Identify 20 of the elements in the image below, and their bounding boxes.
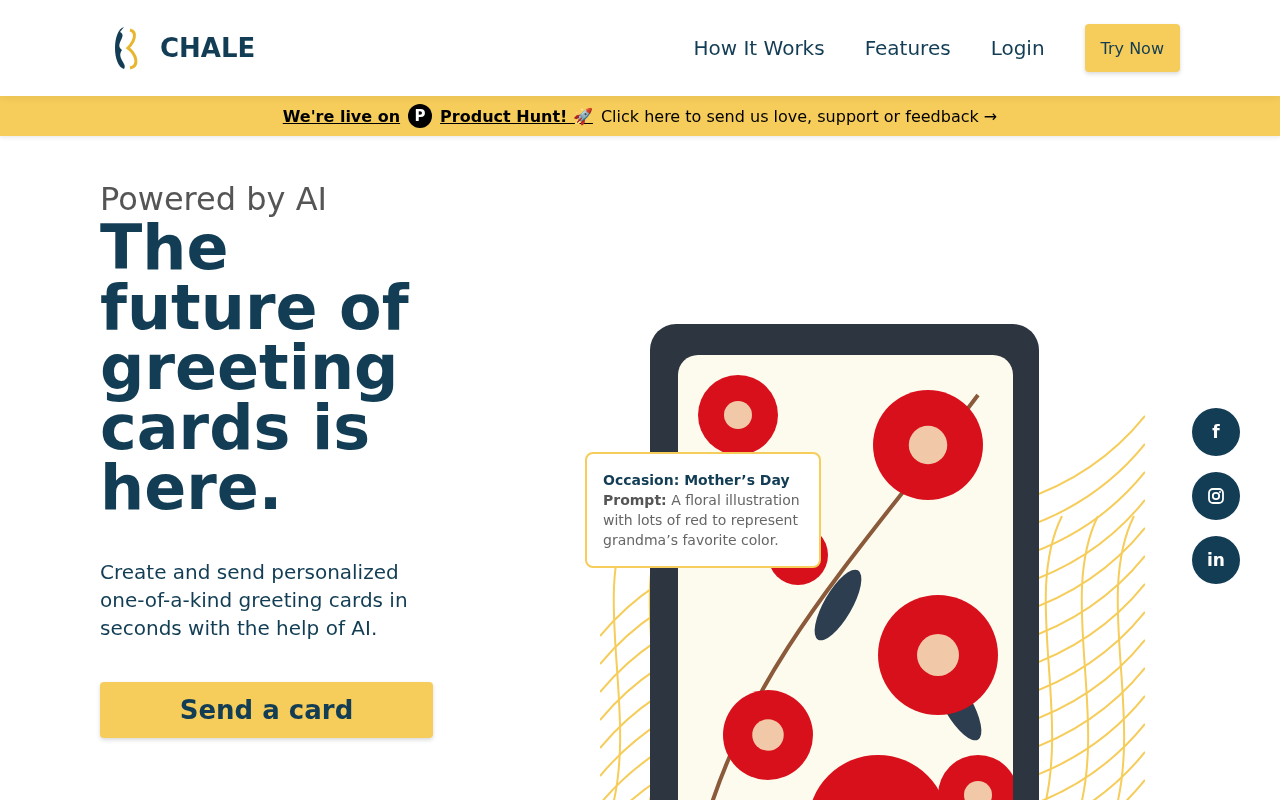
send-card-button[interactable]: Send a card <box>100 682 433 738</box>
facebook-button[interactable]: f <box>1192 408 1240 456</box>
try-now-button[interactable]: Try Now <box>1084 24 1180 72</box>
banner-message: Click here to send us love, support or feedback → <box>600 106 998 126</box>
product-hunt-badge: P <box>408 104 433 128</box>
camera-icon <box>1208 488 1224 504</box>
nav-link[interactable]: Login <box>990 36 1045 60</box>
eyebrow-text: Powered by AI <box>100 180 328 218</box>
live-link[interactable]: We're live on <box>282 106 401 126</box>
hero-description: Create and send personalized one-of-a-kind greeting cards in seconds with the help of AI. <box>100 559 409 642</box>
nav-link[interactable]: Features <box>864 36 951 60</box>
brand-name: CHALE <box>160 33 256 63</box>
linkedin-button[interactable]: in <box>1192 536 1240 584</box>
announcement-banner[interactable]: We're live on P Product Hunt! 🚀 Click here to send us love, support or feedback → <box>0 96 1280 136</box>
nav-link[interactable]: How It Works <box>693 36 825 60</box>
occasion-text: Occasion: Mother’s Day <box>603 471 791 490</box>
prompt-text: Prompt: A floral illustration with lots of red to represent grandma’s favorite color. <box>603 491 801 550</box>
instagram-button[interactable] <box>1192 472 1240 520</box>
hero-title: The future of greeting cards is here. <box>100 218 411 518</box>
product-hunt-link[interactable]: Product Hunt! 🚀 <box>440 106 593 126</box>
